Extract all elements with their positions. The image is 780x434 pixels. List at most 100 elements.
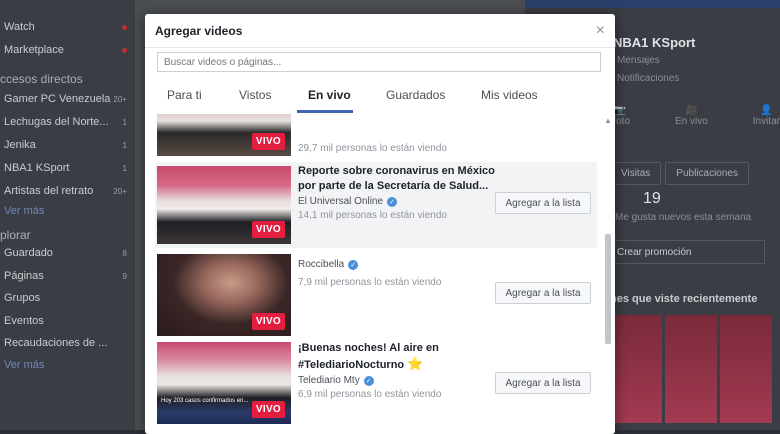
recent-thumbnail[interactable] [610, 315, 662, 423]
video-title[interactable]: ¡Buenas noches! Al aire en #TelediarioNo… [298, 341, 498, 373]
viewer-count: 7,9 mil personas lo están viendo [298, 277, 442, 288]
video-list-item[interactable]: VIVO Reporte sobre coronavirus en México… [155, 162, 597, 248]
viewer-count: 6,9 mil personas lo están viendo [298, 389, 442, 400]
channel-name[interactable]: Telediario Mty [298, 375, 360, 386]
verified-badge-icon: ✓ [348, 259, 359, 270]
video-list-item[interactable]: VIVO 29,7 mil personas lo están viendo A… [155, 114, 597, 160]
shortcut-item[interactable]: Jenika 1 [4, 136, 127, 154]
nav-item-marketplace[interactable]: Marketplace [4, 41, 127, 59]
video-thumbnail[interactable]: VIVO [157, 166, 291, 244]
channel-name[interactable]: Roccibella [298, 259, 344, 270]
tab-guardados[interactable]: Guardados [386, 88, 445, 102]
promotion-label: Crear promoción [617, 246, 692, 258]
scroll-up-arrow-icon[interactable]: ▲ [604, 116, 612, 125]
video-thumbnail[interactable]: VIVO [157, 114, 291, 156]
page-actions: 📷 Foto 🎥 En vivo 👤 Invitar [610, 105, 780, 127]
live-badge: VIVO [251, 313, 285, 330]
see-more-link[interactable]: Ver más [4, 356, 127, 374]
active-tab-indicator [297, 110, 353, 113]
explore-item[interactable]: Guardado 8 [4, 244, 127, 262]
shortcut-count: 20+ [113, 94, 127, 104]
explore-label: Grupos [4, 292, 41, 304]
channel-row: El Universal Online ✓ [298, 196, 498, 207]
explore-label: Páginas [4, 270, 44, 282]
notification-dot [122, 24, 127, 30]
add-to-list-button[interactable]: Agregar a la lista [495, 282, 591, 304]
shortcut-item[interactable]: Artistas del retrato 20+ [4, 182, 127, 200]
tab-en-vivo[interactable]: En vivo [308, 88, 351, 102]
shortcut-label: Artistas del retrato [4, 185, 94, 197]
shortcut-item[interactable]: Lechugas del Norte... 1 [4, 113, 127, 131]
notifications-link[interactable]: Notificaciones [617, 73, 679, 84]
add-to-list-button[interactable]: Agregar a la lista [495, 192, 591, 214]
shortcut-count: 1 [122, 140, 127, 150]
live-badge: VIVO [251, 133, 285, 150]
recent-thumbnails [610, 315, 772, 423]
close-icon[interactable]: × [596, 22, 605, 39]
shortcut-label: Gamer PC Venezuela [4, 93, 111, 105]
tab-visits[interactable]: Visitas [610, 161, 662, 185]
nav-item-watch[interactable]: Watch [4, 18, 127, 36]
shortcut-count: 20+ [113, 186, 127, 196]
video-info: ¡Buenas noches! Al aire en #TelediarioNo… [298, 341, 498, 400]
recent-thumbnail[interactable] [720, 315, 772, 423]
thumbnail-caption: Hoy 203 casos confirmados en... [161, 398, 249, 404]
shortcut-label: Jenika [4, 139, 36, 151]
explore-label: Guardado [4, 247, 53, 259]
verified-badge-icon: ✓ [363, 375, 374, 386]
live-action[interactable]: 🎥 En vivo [675, 105, 708, 127]
invite-action[interactable]: 👤 Invitar [753, 105, 780, 127]
shortcut-item[interactable]: Gamer PC Venezuela 20+ [4, 90, 127, 108]
dialog-header: Agregar videos × [145, 14, 615, 48]
add-button-label: Agregar a la lista [505, 377, 581, 389]
recent-thumbnail[interactable] [665, 315, 717, 423]
see-more-label: Ver más [4, 205, 45, 217]
explore-item[interactable]: Páginas 9 [4, 267, 127, 285]
add-button-label: Agregar a la lista [505, 197, 581, 209]
scrollbar-thumb[interactable] [605, 234, 611, 344]
create-promotion-button[interactable]: Crear promoción [610, 240, 765, 264]
explore-count: 9 [122, 271, 127, 281]
search-input[interactable] [157, 52, 601, 72]
tab-para-ti[interactable]: Para ti [167, 88, 202, 102]
explore-item[interactable]: Eventos [4, 312, 127, 330]
channel-name[interactable]: El Universal Online [298, 196, 383, 207]
video-icon: 🎥 [685, 105, 698, 116]
tab-vistos[interactable]: Vistos [239, 88, 271, 102]
shortcut-item[interactable]: NBA1 KSport 1 [4, 159, 127, 177]
section-heading-explore: plorar [0, 228, 31, 242]
add-person-icon: 👤 [760, 105, 773, 116]
viewer-count: 14,1 mil personas lo están viendo [298, 210, 447, 221]
page-name[interactable]: NBA1 KSport [613, 35, 695, 50]
action-label: En vivo [674, 116, 708, 127]
live-badge: VIVO [251, 221, 285, 238]
stat-label: Me gusta nuevos esta semana [615, 212, 752, 223]
shortcut-count: 1 [122, 163, 127, 173]
messages-link[interactable]: Mensajes [617, 55, 660, 66]
explore-item[interactable]: Grupos [4, 289, 127, 307]
nav-item-label: Watch [4, 21, 35, 33]
tab-posts[interactable]: Publicaciones [665, 161, 749, 185]
add-to-list-button[interactable]: Agregar a la lista [495, 372, 591, 394]
explore-label: Eventos [4, 315, 44, 327]
video-list-item[interactable]: Hoy 203 casos confirmados en... VIVO ¡Bu… [155, 339, 597, 425]
see-more-label: Ver más [4, 359, 45, 371]
explore-item[interactable]: Recaudaciones de ... [4, 334, 127, 352]
shortcut-label: Lechugas del Norte... [4, 116, 109, 128]
see-more-link[interactable]: Ver más [4, 202, 127, 220]
action-label: Invitar [752, 116, 780, 127]
list-scrollbar[interactable]: ▲ [603, 114, 613, 434]
video-thumbnail[interactable]: Hoy 203 casos confirmados en... VIVO [157, 342, 291, 424]
video-info: Roccibella ✓ 7,9 mil personas lo están v… [298, 257, 498, 288]
camera-icon: 📷 [613, 105, 627, 116]
notification-dot [122, 47, 127, 53]
video-info: Reporte sobre coronavirus en México por … [298, 164, 498, 221]
explore-label: Recaudaciones de ... [4, 337, 108, 349]
video-thumbnail[interactable]: VIVO [157, 254, 291, 336]
verified-badge-icon: ✓ [387, 196, 398, 207]
tab-mis-videos[interactable]: Mis videos [481, 88, 538, 102]
add-videos-dialog: Agregar videos × Para ti Vistos En vivo … [145, 14, 615, 434]
video-list-item[interactable]: VIVO Roccibella ✓ 7,9 mil personas lo es… [155, 251, 597, 337]
video-title[interactable]: Reporte sobre coronavirus en México por … [298, 164, 498, 194]
channel-row: Roccibella ✓ [298, 259, 498, 270]
